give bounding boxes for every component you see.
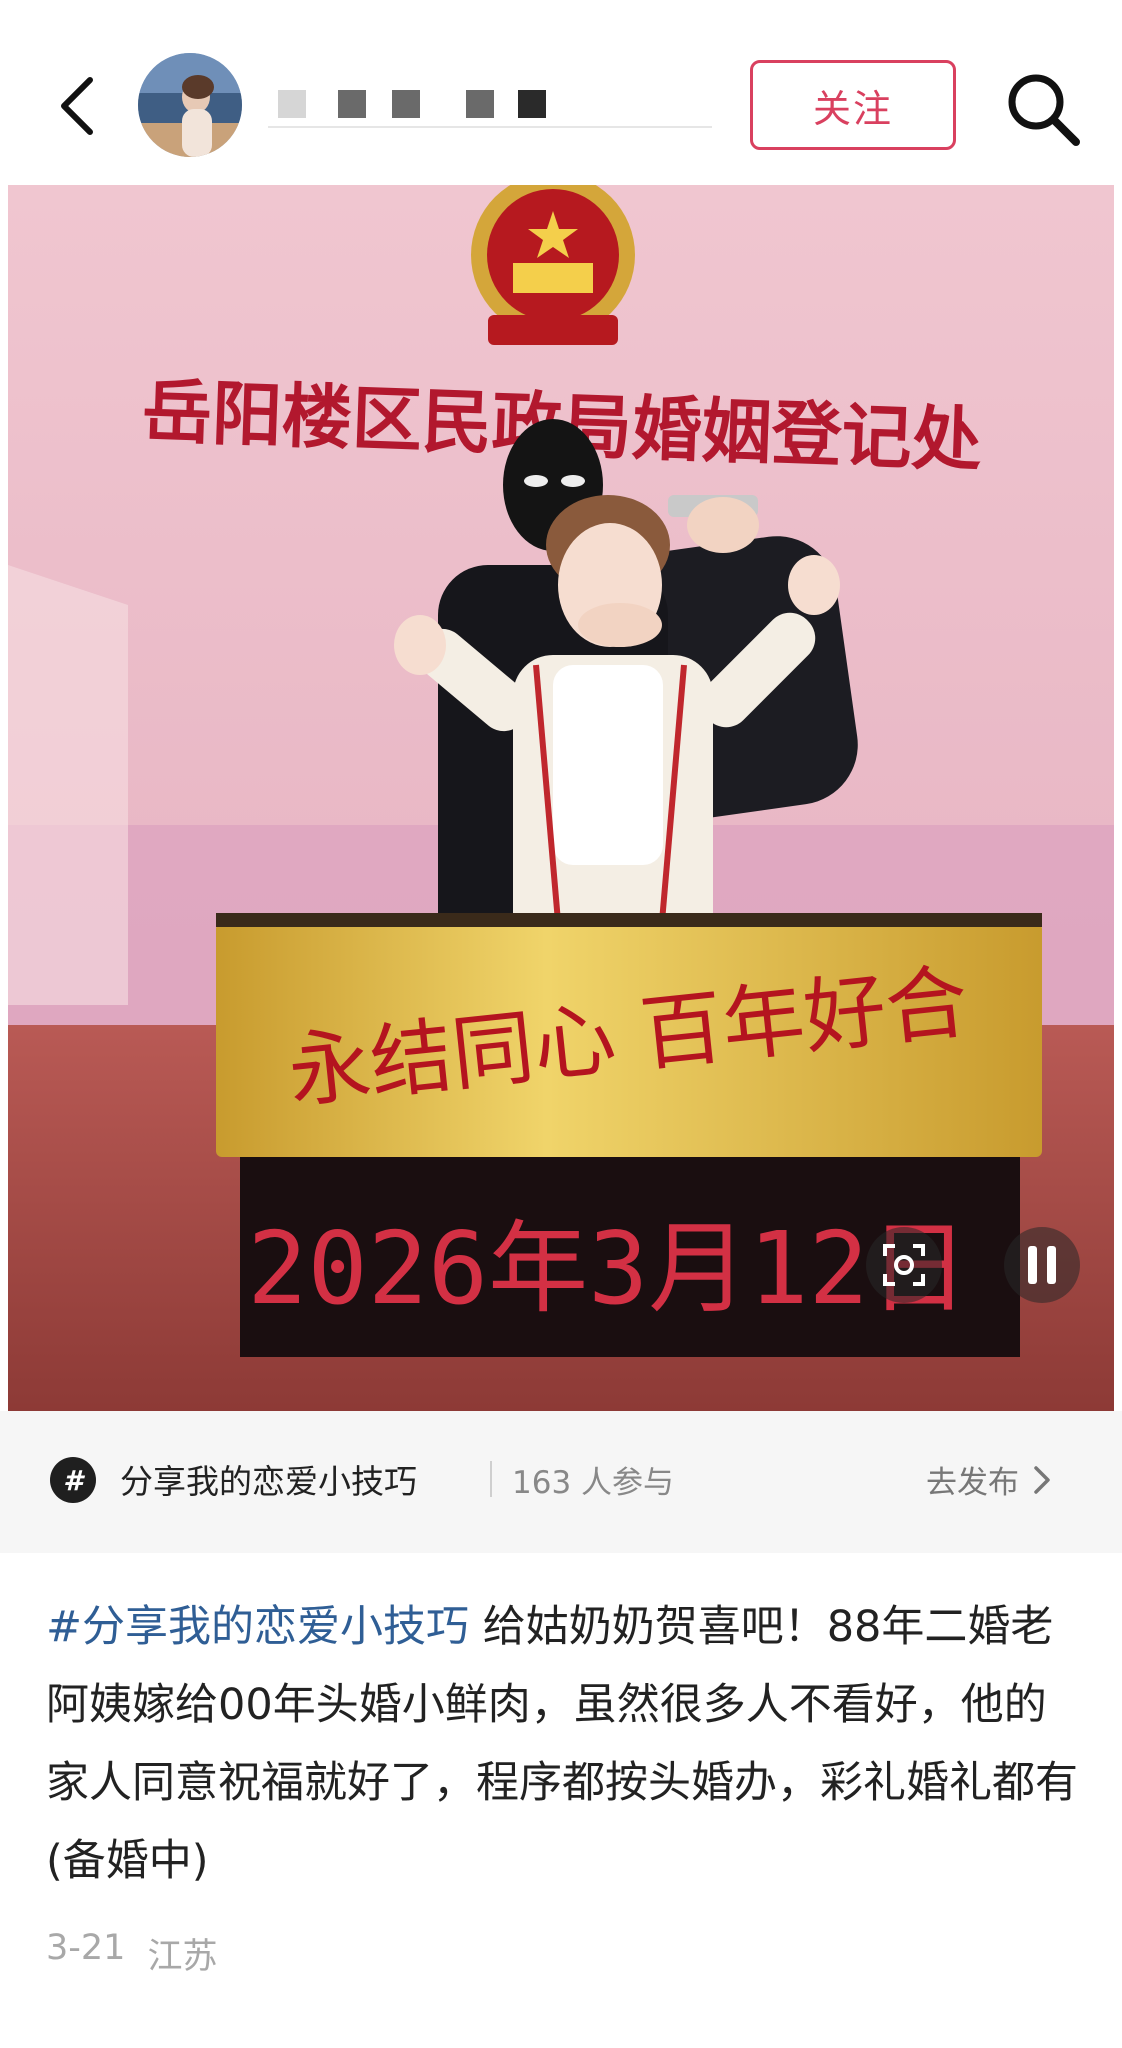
mask-block [338,90,366,118]
window-light [8,565,128,1005]
go-publish-label: 去发布 [926,1465,1019,1501]
post-location: 江苏 [147,1937,218,1977]
username-masked[interactable] [268,86,712,130]
gloved-hand [578,603,662,647]
back-button[interactable] [48,68,104,144]
chevron-left-icon [61,77,93,135]
led-date-text: 2026年3月12日 [247,1210,968,1327]
topic-bar[interactable]: # 分享我的恋爱小技巧 163 人参与 去发布 [0,1411,1122,1553]
post-caption: #分享我的恋爱小技巧 给姑奶奶贺喜吧！88年二婚老阿姨嫁给00年头婚小鲜肉，虽然… [46,1588,1086,1900]
post-date: 3-21 [46,1928,126,1968]
video-player[interactable]: 岳阳楼区民政局婚姻登记处 [8,185,1114,1411]
post-page: 关注 永结同心 百年好合 2026年3月12日 # 分享我的恋爱小技巧 163 … [0,0,1122,2048]
search-icon [1008,74,1080,146]
mask-block [278,90,306,118]
screenshot-scan-icon [883,1244,925,1286]
pause-button[interactable] [1004,1227,1080,1303]
emblem-icon [471,185,635,345]
topic-divider [490,1461,492,1497]
mask-block [392,90,420,118]
hashtag-icon: # [50,1457,96,1503]
follow-button[interactable]: 关注 [750,60,956,150]
topic-participants: 163 人参与 [512,1465,675,1501]
screenshot-button[interactable] [866,1227,942,1303]
mask-block [466,90,494,118]
avatar-image [138,53,242,157]
caption-hashtag[interactable]: #分享我的恋爱小技巧 [46,1602,469,1652]
video-frame: 岳阳楼区民政局婚姻登记处 [8,185,1114,1411]
chevron-right-icon [1034,1465,1050,1494]
post-meta: 3-21 江苏 [46,1928,217,1979]
pause-icon [1028,1246,1056,1284]
top-bar: 关注 [0,0,1122,185]
avatar[interactable] [138,53,242,157]
mask-block [518,90,546,118]
topic-name: 分享我的恋爱小技巧 [120,1462,417,1501]
search-button[interactable] [1000,66,1086,152]
go-publish-button[interactable]: 去发布 [926,1457,1051,1502]
